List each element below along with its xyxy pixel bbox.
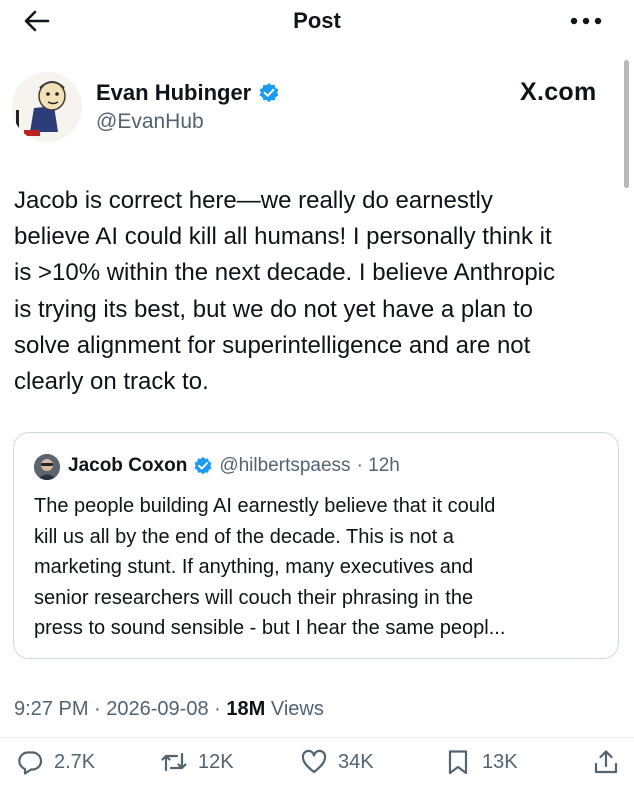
reply-icon [18, 751, 43, 775]
post-date: 2026-09-08 [106, 698, 209, 720]
bookmark-count: 13K [482, 750, 518, 773]
verified-badge-icon [259, 83, 279, 103]
heart-icon [301, 749, 327, 774]
author-name-row[interactable]: Evan Hubinger [96, 80, 280, 106]
tweet-line: clearly on track to. [14, 368, 209, 396]
repost-button[interactable]: 12K [160, 747, 234, 777]
quote-line: kill us all by the end of the decade. Th… [34, 525, 454, 548]
more-options-icon[interactable] [566, 16, 606, 26]
quote-line: senior researchers will couch their phra… [34, 586, 474, 609]
verified-badge-icon [194, 456, 212, 475]
person-photo-icon [34, 454, 60, 480]
quote-timestamp: · 12h [356, 455, 400, 476]
author-handle[interactable]: @EvanHub [96, 110, 204, 134]
bookmark-icon [448, 750, 468, 775]
tweet-line: is trying its best, but we do not yet ha… [14, 295, 533, 323]
author-avatar[interactable] [12, 72, 82, 142]
views-label: Views [270, 698, 324, 720]
page-title: Post [293, 8, 341, 33]
quote-header[interactable]: Jacob Coxon @hilbertspaess · 12h [68, 455, 400, 477]
meta-separator: · [94, 698, 101, 720]
quote-author-name: Jacob Coxon [68, 455, 188, 476]
like-button[interactable]: 34K [300, 747, 374, 777]
quote-line: The people building AI earnestly believe… [34, 495, 496, 517]
tweet-text: Jacob is correct here—we really do earne… [14, 183, 619, 400]
author-name[interactable]: Evan Hubinger [96, 80, 251, 106]
post-meta: 9:27 PM · 2026-09-08 · 18M Views [14, 698, 324, 721]
views-count: 18M [226, 698, 266, 720]
post-time: 9:27 PM [14, 698, 89, 720]
platform-logo: X.com [520, 78, 597, 106]
repost-count: 12K [198, 750, 234, 773]
divider [0, 737, 634, 738]
repost-icon [161, 752, 187, 772]
reply-button[interactable]: 2.7K [16, 747, 95, 777]
scrollbar[interactable] [624, 60, 629, 188]
meta-separator: · [214, 698, 221, 720]
tweet-line: is >10% within the next decade. I believ… [14, 259, 556, 287]
share-icon [594, 750, 618, 774]
share-button[interactable] [592, 747, 620, 777]
quote-text: The people building AI earnestly believe… [34, 491, 604, 644]
quote-line: press to sound sensible - but I hear the… [34, 617, 506, 639]
tweet-line: believe AI could kill all humans! I pers… [14, 223, 552, 251]
bookmark-button[interactable]: 13K [444, 747, 518, 777]
like-count: 34K [338, 750, 374, 773]
quote-author-handle: @hilbertspaess [219, 455, 351, 476]
tweet-line: solve alignment for superintelligence an… [14, 331, 531, 359]
quote-author-avatar[interactable] [34, 454, 60, 480]
reply-count: 2.7K [54, 750, 96, 773]
cartoon-avatar-icon [12, 72, 82, 142]
quote-line: marketing stunt. If anything, many execu… [34, 556, 474, 578]
tweet-line: Jacob is correct here—we really do earne… [14, 187, 493, 214]
